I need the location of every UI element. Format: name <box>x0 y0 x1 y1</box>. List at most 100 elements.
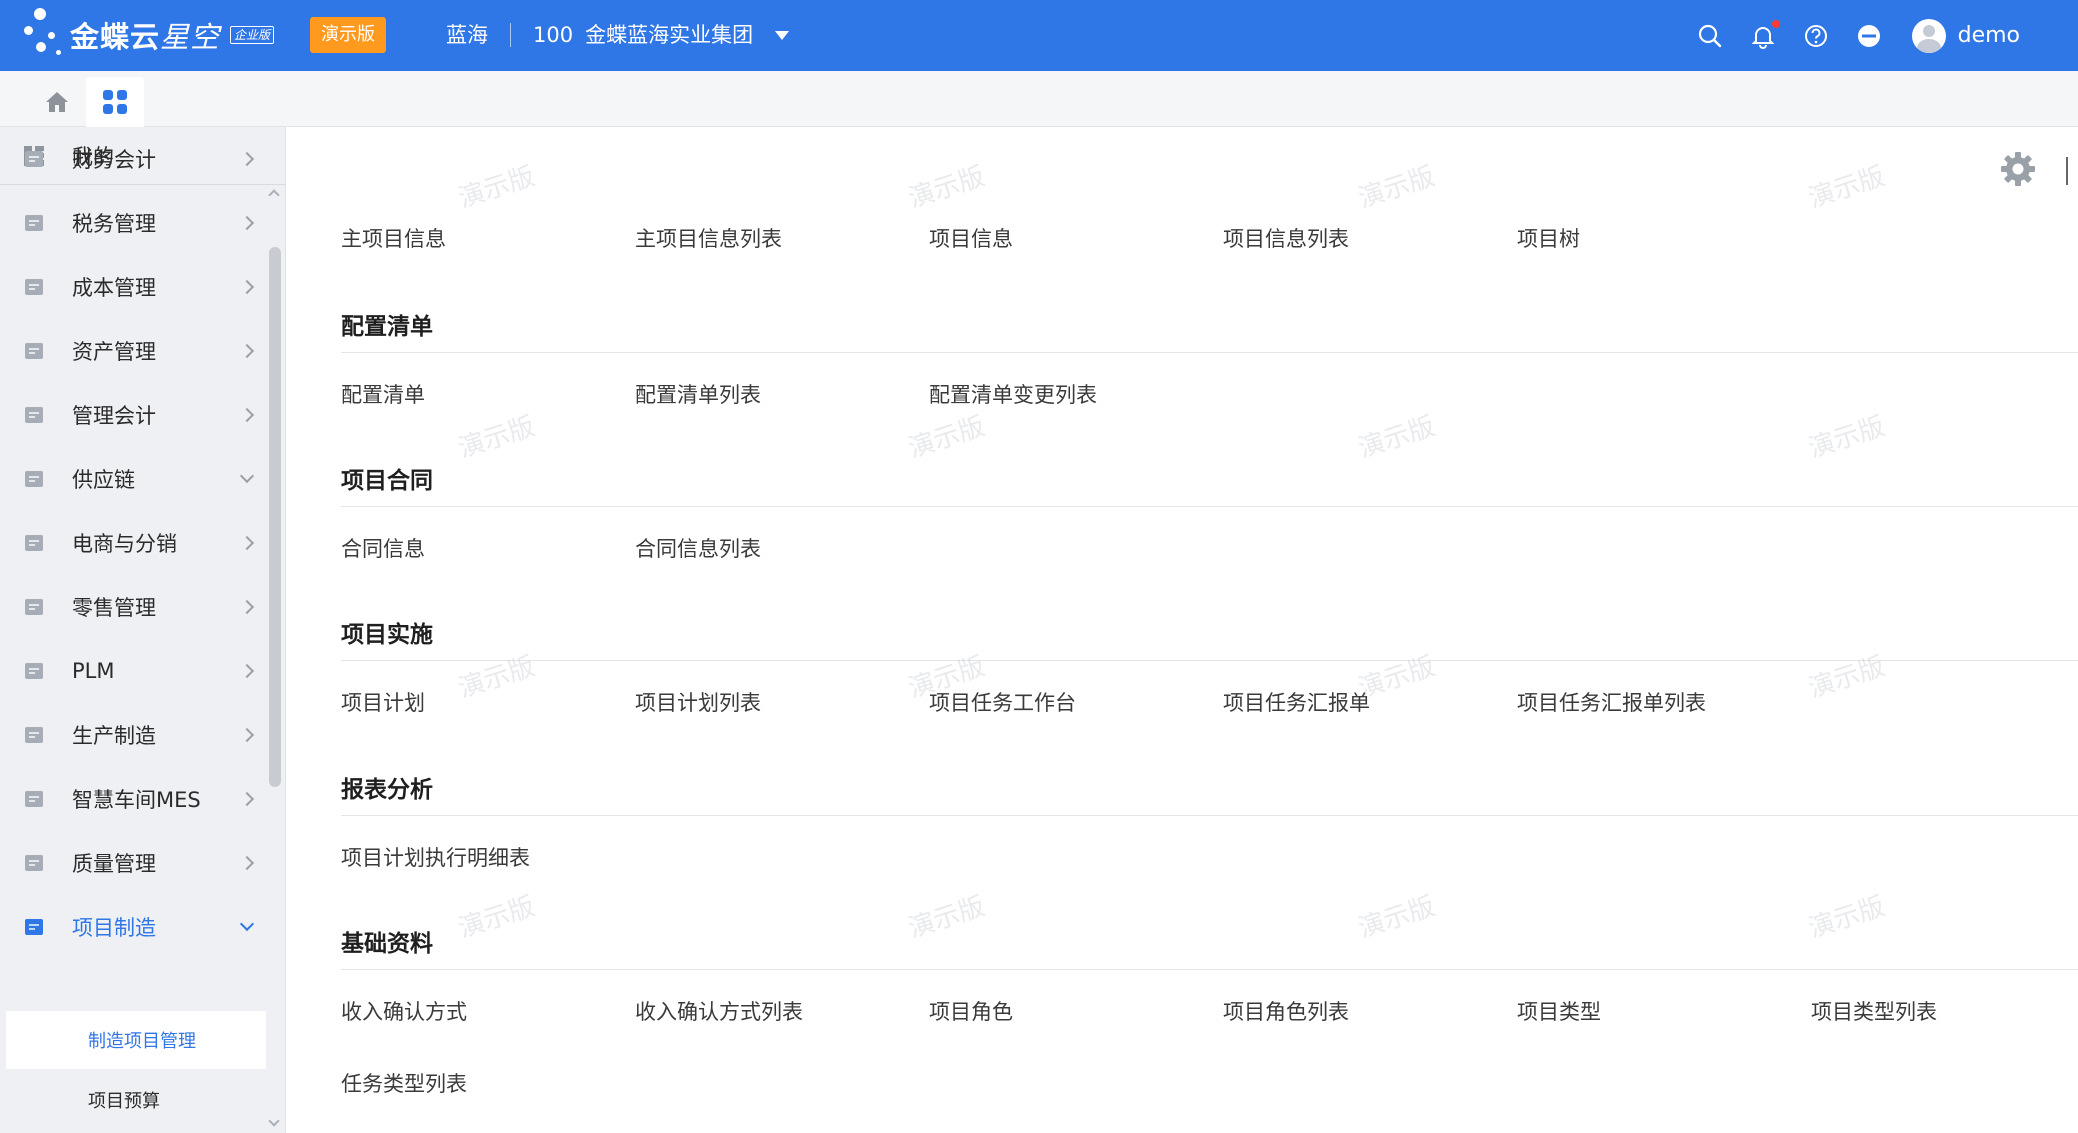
menu-link[interactable]: 项目角色列表 <box>1223 996 1349 1026</box>
gear-icon[interactable] <box>1998 149 2038 189</box>
logo-mark-icon <box>22 6 68 64</box>
org-code: 100 <box>533 23 574 47</box>
menu-more-icon[interactable] <box>1855 22 1883 50</box>
quality-icon <box>22 851 46 875</box>
section-title: 基础资料 <box>341 931 433 957</box>
menu-link[interactable]: 项目计划 <box>341 687 425 717</box>
sidebar-item-3[interactable]: 资产管理 <box>0 322 268 380</box>
menu-link[interactable]: 项目角色 <box>929 996 1013 1026</box>
sidebar-sub-item-label: 项目预算 <box>88 1091 160 1112</box>
sidebar-scroll-thumb[interactable] <box>269 247 281 787</box>
edition-badge: 企业版 <box>230 26 275 44</box>
sidebar-item-6[interactable]: 电商与分销 <box>0 514 268 572</box>
mes-icon <box>22 787 46 811</box>
project-manufacturing-icon <box>22 915 46 939</box>
plm-icon <box>22 659 46 683</box>
chevron-right-icon[interactable] <box>239 663 255 679</box>
management-accounting-icon <box>22 403 46 427</box>
sidebar-item-label: 资产管理 <box>72 340 156 364</box>
kingdee-logo[interactable]: 金蝶云星空 企业版 <box>22 6 275 64</box>
sidebar-sub-item-project-budget[interactable]: 项目预算 <box>6 1071 266 1129</box>
menu-link[interactable]: 项目任务汇报单列表 <box>1517 687 1706 717</box>
home-icon <box>46 92 68 112</box>
sidebar-item-10[interactable]: 智慧车间MES <box>0 770 268 828</box>
chevron-down-icon[interactable] <box>239 916 255 932</box>
search-icon[interactable] <box>1696 22 1724 50</box>
menu-link[interactable]: 项目计划执行明细表 <box>341 842 530 872</box>
app-window: 金蝶云星空 企业版 演示版 蓝海 100 金蝶蓝海实业集团 demo 我的 财务… <box>0 0 2078 1133</box>
menu-link[interactable]: 配置清单 <box>341 379 425 409</box>
sidebar-item-12[interactable]: 项目制造 <box>0 898 268 956</box>
tax-icon <box>22 211 46 235</box>
org-divider <box>510 23 511 47</box>
sidebar-item-2[interactable]: 成本管理 <box>0 258 268 316</box>
sidebar-item-5[interactable]: 供应链 <box>0 450 268 508</box>
watermark: 演示版 <box>1805 161 1889 215</box>
menu-link[interactable]: 项目类型列表 <box>1811 996 1937 1026</box>
logo-text-2: 星空 <box>160 20 221 54</box>
chevron-right-icon[interactable] <box>239 151 255 167</box>
menu-link[interactable]: 任务类型列表 <box>341 1068 467 1098</box>
chevron-right-icon[interactable] <box>239 279 255 295</box>
menu-link[interactable]: 项目计划列表 <box>635 687 761 717</box>
caret-down-icon[interactable] <box>775 30 790 40</box>
chevron-right-icon[interactable] <box>239 407 255 423</box>
sidebar-item-label: 成本管理 <box>72 276 156 300</box>
section-divider <box>341 815 2078 816</box>
menu-link[interactable]: 项目任务工作台 <box>929 687 1076 717</box>
chevron-right-icon[interactable] <box>239 855 255 871</box>
section-divider <box>341 969 2078 970</box>
tab-apps[interactable] <box>86 77 144 127</box>
sidebar-item-7[interactable]: 零售管理 <box>0 578 268 636</box>
section-title: 报表分析 <box>341 777 433 803</box>
watermark: 演示版 <box>905 891 989 945</box>
sidebar-item-9[interactable]: 生产制造 <box>0 706 268 764</box>
sidebar-item-label: 供应链 <box>72 468 135 492</box>
chevron-right-icon[interactable] <box>239 791 255 807</box>
chevron-down-icon[interactable] <box>239 468 255 484</box>
menu-link[interactable]: 主项目信息 <box>341 223 446 253</box>
avatar[interactable] <box>1911 18 1946 53</box>
sidebar-item-4[interactable]: 管理会计 <box>0 386 268 444</box>
menu-link[interactable]: 合同信息 <box>341 533 425 563</box>
sidebar-sub-item-label: 制造项目管理 <box>88 1031 196 1052</box>
sidebar-item-1[interactable]: 税务管理 <box>0 194 268 252</box>
sidebar-item-11[interactable]: 质量管理 <box>0 834 268 892</box>
menu-link[interactable]: 项目任务汇报单 <box>1223 687 1370 717</box>
chevron-right-icon[interactable] <box>239 343 255 359</box>
menu-link[interactable]: 项目信息列表 <box>1223 223 1349 253</box>
menu-link[interactable]: 项目树 <box>1517 223 1580 253</box>
username[interactable]: demo <box>1958 23 2020 48</box>
menu-link[interactable]: 主项目信息列表 <box>635 223 782 253</box>
sidebar-sub-item-manufacturing-project[interactable]: 制造项目管理 <box>6 1011 266 1069</box>
section-title: 项目合同 <box>341 468 433 494</box>
chevron-right-icon[interactable] <box>239 215 255 231</box>
chevron-right-icon[interactable] <box>239 535 255 551</box>
top-actions: demo <box>1696 0 2078 71</box>
menu-link[interactable]: 配置清单列表 <box>635 379 761 409</box>
bell-icon[interactable] <box>1749 19 1780 50</box>
sidebar-item-8[interactable]: PLM <box>0 642 268 700</box>
watermark: 演示版 <box>905 161 989 215</box>
section-divider <box>341 506 2078 507</box>
watermark: 演示版 <box>455 891 539 945</box>
sidebar-item-label: 智慧车间MES <box>72 788 201 812</box>
chevron-right-icon[interactable] <box>239 727 255 743</box>
help-icon[interactable] <box>1802 22 1830 50</box>
top-bar: 金蝶云星空 企业版 演示版 蓝海 100 金蝶蓝海实业集团 demo <box>0 0 2078 71</box>
menu-link[interactable]: 合同信息列表 <box>635 533 761 563</box>
tab-home[interactable] <box>28 77 86 127</box>
sidebar-item-label: 税务管理 <box>72 212 156 236</box>
sidebar-item-0[interactable]: 财务会计 <box>0 130 268 188</box>
supply-chain-icon <box>22 467 46 491</box>
chevron-right-icon[interactable] <box>239 599 255 615</box>
finance-icon <box>22 147 46 171</box>
menu-link[interactable]: 项目类型 <box>1517 996 1601 1026</box>
watermark: 演示版 <box>455 411 539 465</box>
menu-link[interactable]: 收入确认方式列表 <box>635 996 803 1026</box>
menu-link[interactable]: 配置清单变更列表 <box>929 379 1097 409</box>
menu-link[interactable]: 收入确认方式 <box>341 996 467 1026</box>
org-selector[interactable]: 蓝海 100 金蝶蓝海实业集团 <box>446 20 790 50</box>
menu-link[interactable]: 项目信息 <box>929 223 1013 253</box>
watermark: 演示版 <box>905 411 989 465</box>
